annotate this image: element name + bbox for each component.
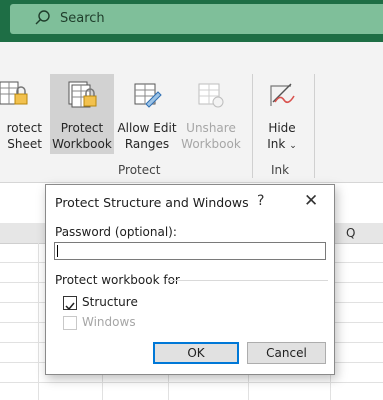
protect-workbook-label-1: Protect (60, 121, 104, 135)
protect-workbook-icon (68, 81, 97, 108)
protect-sheet-icon (0, 81, 28, 105)
protect-workbook-button[interactable]: Protect Workbook (50, 74, 114, 154)
hide-ink-button[interactable]: Hide Ink ⌄ (258, 74, 306, 154)
structure-label[interactable]: Structure (82, 295, 138, 309)
structure-checkbox[interactable] (63, 296, 77, 311)
protect-workbook-label-2: Workbook (52, 137, 112, 151)
cancel-button[interactable]: Cancel (247, 342, 326, 364)
unshare-workbook-button: Unshare Workbook (180, 74, 242, 154)
protect-structure-dialog: Protect Structure and Windows ? ✕ Passwo… (45, 184, 335, 375)
chevron-down-icon: ⌄ (289, 141, 297, 151)
group-label-ink: Ink (271, 163, 290, 177)
allow-edit-ranges-icon (134, 83, 162, 108)
unshare-workbook-label-2: Workbook (181, 137, 241, 151)
allow-edit-ranges-label-1: Allow Edit (117, 121, 177, 135)
search-icon (35, 10, 50, 25)
hide-ink-label-1: Hide (268, 121, 296, 135)
hide-ink-label-text: Ink (267, 137, 286, 151)
section-divider (168, 280, 328, 281)
protect-sheet-label-1: rotect (6, 121, 42, 135)
hide-ink-icon (270, 83, 295, 106)
windows-label: Windows (82, 315, 136, 329)
search-label: Search (60, 11, 105, 26)
search-box[interactable]: Search (10, 4, 383, 34)
password-label: Password (optional): (55, 225, 177, 239)
help-button[interactable]: ? (257, 193, 264, 209)
group-label-protect: Protect (118, 163, 161, 177)
allow-edit-ranges-label-2: Ranges (124, 137, 170, 151)
dialog-title: Protect Structure and Windows (55, 195, 249, 210)
group-divider (252, 74, 253, 178)
unshare-workbook-icon (198, 83, 224, 108)
section-label-protect-for: Protect workbook for (55, 273, 180, 287)
grid-line (38, 243, 39, 400)
title-bar: Search (0, 0, 383, 42)
ribbon-review: rotect Sheet Protect Workbook Allow Edit… (0, 42, 383, 183)
windows-checkbox (63, 316, 77, 330)
unshare-workbook-label-1: Unshare (186, 121, 236, 135)
grid-line (0, 382, 383, 383)
checkmark-icon (65, 302, 75, 311)
password-field[interactable] (54, 242, 326, 260)
column-header-q[interactable]: Q (346, 226, 355, 240)
group-divider (314, 74, 315, 178)
close-icon[interactable]: ✕ (304, 191, 318, 211)
ok-button[interactable]: OK (153, 342, 239, 364)
allow-edit-ranges-button[interactable]: Allow Edit Ranges (116, 74, 178, 154)
protect-sheet-button[interactable]: rotect Sheet (0, 74, 46, 154)
protect-sheet-label-2: Sheet (7, 137, 42, 151)
hide-ink-label-2: Ink ⌄ (258, 137, 306, 154)
text-caret (57, 245, 58, 257)
